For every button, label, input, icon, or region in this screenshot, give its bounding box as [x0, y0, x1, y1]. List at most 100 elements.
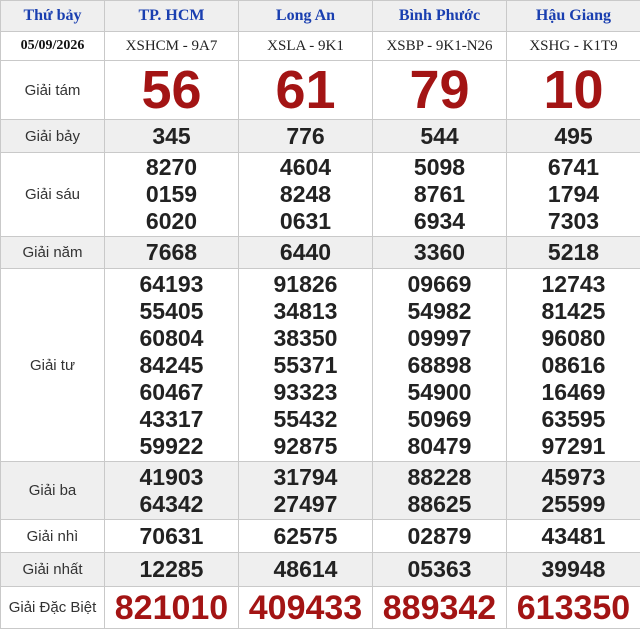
- prize-label: Giải sáu: [1, 153, 105, 237]
- prize-cell: 43481: [507, 520, 640, 553]
- prize-cell: 61: [239, 61, 373, 120]
- prize-label: Giải bảy: [1, 120, 105, 153]
- province-binh-phuoc[interactable]: Bình Phước: [373, 1, 507, 32]
- prize-number: 54900: [373, 379, 506, 406]
- prize-number: 93323: [239, 379, 372, 406]
- prize-cell: 12743 81425 96080 08616 16469 63595 9729…: [507, 269, 640, 462]
- prize-row-g3: Giải ba 41903 64342 31794 27497 88228 88…: [1, 462, 640, 520]
- prize-cell: 889342: [373, 587, 507, 629]
- prize-number: 31794: [239, 464, 372, 491]
- prize-cell: 64193 55405 60804 84245 60467 43317 5992…: [105, 269, 239, 462]
- special-prize-number: 889342: [383, 589, 496, 627]
- prize-number: 88625: [373, 491, 506, 518]
- prize-number: 776: [239, 123, 372, 150]
- prize-row-g4: Giải tư 64193 55405 60804 84245 60467 43…: [1, 269, 640, 462]
- prize-number: 6020: [105, 208, 238, 235]
- prize-cell: 6741 1794 7303: [507, 153, 640, 237]
- province-long-an[interactable]: Long An: [239, 1, 373, 32]
- prize-number: 64193: [105, 271, 238, 298]
- prize-number: 16469: [507, 379, 640, 406]
- prize-cell: 8270 0159 6020: [105, 153, 239, 237]
- prize-cell: 31794 27497: [239, 462, 373, 520]
- prize-number: 84245: [105, 352, 238, 379]
- prize-cell: 09669 54982 09997 68898 54900 50969 8047…: [373, 269, 507, 462]
- prize-number: 6440: [239, 239, 372, 266]
- prize-cell: 70631: [105, 520, 239, 553]
- prize-number: 96080: [507, 325, 640, 352]
- prize-number: 12743: [507, 271, 640, 298]
- code-row: 05/09/2026 XSHCM - 9A7 XSLA - 9K1 XSBP -…: [1, 32, 640, 61]
- code-hcm: XSHCM - 9A7: [105, 32, 239, 61]
- prize-cell: 5098 8761 6934: [373, 153, 507, 237]
- prize-number: 0159: [105, 181, 238, 208]
- prize-number: 59922: [105, 433, 238, 460]
- prize-number: 97291: [507, 433, 640, 460]
- prize-number: 8761: [373, 181, 506, 208]
- prize-label: Giải tám: [1, 61, 105, 120]
- prize-number: 27497: [239, 491, 372, 518]
- prize-label: Giải ba: [1, 462, 105, 520]
- prize-number: 1794: [507, 181, 640, 208]
- prize-row-special: Giải Đặc Biệt 821010 409433 889342 61335…: [1, 587, 640, 629]
- prize-number: 38350: [239, 325, 372, 352]
- prize-number: 34813: [239, 298, 372, 325]
- prize-cell: 62575: [239, 520, 373, 553]
- prize-cell: 821010: [105, 587, 239, 629]
- prize-cell: 4604 8248 0631: [239, 153, 373, 237]
- prize-number: 4604: [239, 154, 372, 181]
- prize-number: 62575: [239, 523, 372, 550]
- prize-number: 81425: [507, 298, 640, 325]
- prize-number: 10: [543, 60, 603, 120]
- special-prize-number: 613350: [517, 589, 630, 627]
- prize-number: 05363: [373, 556, 506, 583]
- special-prize-number: 409433: [249, 589, 362, 627]
- prize-number: 3360: [373, 239, 506, 266]
- prize-number: 56: [141, 60, 201, 120]
- prize-number: 91826: [239, 271, 372, 298]
- prize-cell: 56: [105, 61, 239, 120]
- prize-label: Giải năm: [1, 237, 105, 269]
- prize-number: 54982: [373, 298, 506, 325]
- prize-label: Giải nhất: [1, 553, 105, 587]
- prize-number: 09997: [373, 325, 506, 352]
- province-hau-giang[interactable]: Hậu Giang: [507, 1, 640, 32]
- prize-number: 7668: [105, 239, 238, 266]
- prize-cell: 345: [105, 120, 239, 153]
- prize-cell: 41903 64342: [105, 462, 239, 520]
- code-long-an: XSLA - 9K1: [239, 32, 373, 61]
- prize-number: 7303: [507, 208, 640, 235]
- prize-cell: 613350: [507, 587, 640, 629]
- prize-number: 0631: [239, 208, 372, 235]
- draw-date: 05/09/2026: [1, 32, 105, 61]
- prize-number: 60467: [105, 379, 238, 406]
- prize-cell: 39948: [507, 553, 640, 587]
- prize-cell: 10: [507, 61, 640, 120]
- prize-cell: 776: [239, 120, 373, 153]
- prize-cell: 88228 88625: [373, 462, 507, 520]
- header-row: Thứ bảy TP. HCM Long An Bình Phước Hậu G…: [1, 1, 640, 32]
- day-of-week: Thứ bảy: [1, 1, 105, 32]
- prize-number: 55405: [105, 298, 238, 325]
- prize-number: 02879: [373, 523, 506, 550]
- prize-row-g8: Giải tám 56 61 79 10: [1, 61, 640, 120]
- prize-number: 79: [409, 60, 469, 120]
- prize-label: Giải nhì: [1, 520, 105, 553]
- prize-number: 5218: [507, 239, 640, 266]
- prize-number: 544: [373, 123, 506, 150]
- prize-number: 80479: [373, 433, 506, 460]
- prize-number: 68898: [373, 352, 506, 379]
- lottery-results-table: Thứ bảy TP. HCM Long An Bình Phước Hậu G…: [0, 0, 640, 629]
- prize-cell: 495: [507, 120, 640, 153]
- prize-number: 64342: [105, 491, 238, 518]
- prize-row-g2: Giải nhì 70631 62575 02879 43481: [1, 520, 640, 553]
- prize-number: 08616: [507, 352, 640, 379]
- prize-cell: 544: [373, 120, 507, 153]
- prize-cell: 91826 34813 38350 55371 93323 55432 9287…: [239, 269, 373, 462]
- prize-number: 70631: [105, 523, 238, 550]
- prize-number: 43317: [105, 406, 238, 433]
- prize-number: 63595: [507, 406, 640, 433]
- code-binh-phuoc: XSBP - 9K1-N26: [373, 32, 507, 61]
- prize-number: 12285: [105, 556, 238, 583]
- province-hcm[interactable]: TP. HCM: [105, 1, 239, 32]
- prize-number: 09669: [373, 271, 506, 298]
